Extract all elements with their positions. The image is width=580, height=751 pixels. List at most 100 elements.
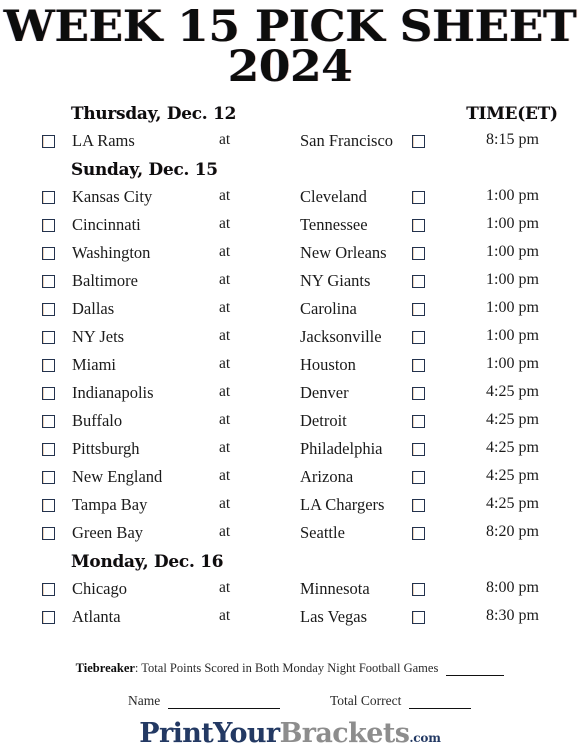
- game-time: 1:00 pm: [486, 355, 539, 373]
- game-row: Tampa Bay at LA Chargers 4:25 pm: [0, 493, 580, 521]
- home-team-checkbox[interactable]: [412, 191, 425, 205]
- away-team-checkbox[interactable]: [42, 611, 55, 625]
- game-time: 4:25 pm: [486, 467, 539, 485]
- home-team-checkbox[interactable]: [412, 275, 425, 289]
- away-team-name: New England: [72, 467, 163, 487]
- away-team-checkbox[interactable]: [42, 499, 55, 513]
- home-team-checkbox[interactable]: [412, 359, 425, 373]
- logo-part-dotcom: .com: [409, 731, 441, 745]
- game-row: New England at Arizona 4:25 pm: [0, 465, 580, 493]
- home-team-checkbox[interactable]: [412, 135, 425, 149]
- away-team-name: Tampa Bay: [72, 495, 148, 515]
- at-separator: at: [219, 131, 231, 149]
- game-time: 1:00 pm: [486, 215, 539, 233]
- game-time: 1:00 pm: [486, 243, 539, 261]
- away-team-name: Baltimore: [72, 271, 138, 291]
- home-team-checkbox[interactable]: [412, 443, 425, 457]
- site-logo[interactable]: PrintYourBrackets.com: [0, 718, 580, 749]
- game-row: Dallas at Carolina 1:00 pm: [0, 297, 580, 325]
- day-header: Thursday, Dec. 12 TIME(ET): [0, 101, 580, 129]
- game-row: Green Bay at Seattle 8:20 pm: [0, 521, 580, 549]
- home-team-checkbox[interactable]: [412, 471, 425, 485]
- home-team-name: Seattle: [300, 523, 345, 543]
- total-correct-input-line[interactable]: [409, 696, 472, 709]
- away-team-checkbox[interactable]: [42, 191, 55, 205]
- game-row: Washington at New Orleans 1:00 pm: [0, 241, 580, 269]
- game-time: 4:25 pm: [486, 495, 539, 513]
- away-team-checkbox[interactable]: [42, 331, 55, 345]
- away-team-checkbox[interactable]: [42, 135, 55, 149]
- games-table: Thursday, Dec. 12 TIME(ET) LA Rams at San Fr…: [0, 101, 580, 633]
- home-team-name: Philadelphia: [300, 439, 383, 459]
- home-team-checkbox[interactable]: [412, 527, 425, 541]
- name-input-line[interactable]: [168, 696, 281, 709]
- home-team-name: Arizona: [300, 467, 354, 487]
- away-team-checkbox[interactable]: [42, 443, 55, 457]
- home-team-checkbox[interactable]: [412, 303, 425, 317]
- game-time: 8:15 pm: [486, 131, 539, 149]
- home-team-name: NY Giants: [300, 271, 371, 291]
- home-team-name: Carolina: [300, 299, 357, 319]
- home-team-name: Jacksonville: [300, 327, 382, 347]
- away-team-checkbox[interactable]: [42, 415, 55, 429]
- game-row: Chicago at Minnesota 8:00 pm: [0, 577, 580, 605]
- away-team-name: Miami: [72, 355, 116, 375]
- game-row: Miami at Houston 1:00 pm: [0, 353, 580, 381]
- name-label: Name: [128, 693, 161, 708]
- away-team-name: Cincinnati: [72, 215, 141, 235]
- at-separator: at: [219, 243, 231, 261]
- game-time: 1:00 pm: [486, 299, 539, 317]
- game-row: Pittsburgh at Philadelphia 4:25 pm: [0, 437, 580, 465]
- home-team-checkbox[interactable]: [412, 611, 425, 625]
- away-team-checkbox[interactable]: [42, 387, 55, 401]
- game-time: 8:30 pm: [486, 607, 539, 625]
- day-header-label: Sunday, Dec. 15: [71, 160, 218, 180]
- away-team-checkbox[interactable]: [42, 275, 55, 289]
- page-title: WEEK 15 PICK SHEET 2024: [0, 0, 580, 88]
- home-team-checkbox[interactable]: [412, 331, 425, 345]
- home-team-name: Detroit: [300, 411, 347, 431]
- pick-sheet-page: WEEK 15 PICK SHEET 2024 Thursday, Dec. 1…: [0, 0, 580, 751]
- game-time: 4:25 pm: [486, 383, 539, 401]
- at-separator: at: [219, 523, 231, 541]
- game-row: Baltimore at NY Giants 1:00 pm: [0, 269, 580, 297]
- home-team-name: Tennessee: [300, 215, 368, 235]
- logo-part-brackets: Brackets: [279, 718, 410, 749]
- game-time: 8:00 pm: [486, 579, 539, 597]
- home-team-name: Denver: [300, 383, 349, 403]
- game-row: LA Rams at San Francisco 8:15 pm: [0, 129, 580, 157]
- home-team-checkbox[interactable]: [412, 583, 425, 597]
- tiebreaker-label: Tiebreaker: [75, 661, 135, 675]
- home-team-checkbox[interactable]: [412, 247, 425, 261]
- away-team-name: NY Jets: [72, 327, 125, 347]
- at-separator: at: [219, 467, 231, 485]
- tiebreaker-input-line[interactable]: [446, 664, 505, 676]
- away-team-name: Atlanta: [72, 607, 121, 627]
- tiebreaker-text: : Total Points Scored in Both Monday Nig…: [134, 661, 439, 675]
- game-time: 8:20 pm: [486, 523, 539, 541]
- home-team-checkbox[interactable]: [412, 415, 425, 429]
- game-time: 4:25 pm: [486, 439, 539, 457]
- away-team-checkbox[interactable]: [42, 359, 55, 373]
- away-team-name: Washington: [72, 243, 151, 263]
- game-time: 1:00 pm: [486, 327, 539, 345]
- away-team-checkbox[interactable]: [42, 527, 55, 541]
- home-team-name: Minnesota: [300, 579, 370, 599]
- away-team-name: Indianapolis: [72, 383, 154, 403]
- away-team-checkbox[interactable]: [42, 583, 55, 597]
- away-team-checkbox[interactable]: [42, 303, 55, 317]
- at-separator: at: [219, 271, 231, 289]
- away-team-name: Chicago: [72, 579, 127, 599]
- game-row: Buffalo at Detroit 4:25 pm: [0, 409, 580, 437]
- home-team-checkbox[interactable]: [412, 387, 425, 401]
- day-header: Sunday, Dec. 15: [0, 157, 580, 185]
- logo-part-print-your: PrintYour: [139, 718, 280, 749]
- home-team-checkbox[interactable]: [412, 219, 425, 233]
- away-team-checkbox[interactable]: [42, 471, 55, 485]
- at-separator: at: [219, 215, 231, 233]
- away-team-checkbox[interactable]: [42, 247, 55, 261]
- home-team-checkbox[interactable]: [412, 499, 425, 513]
- home-team-name: Las Vegas: [300, 607, 368, 627]
- game-time: 1:00 pm: [486, 187, 539, 205]
- away-team-checkbox[interactable]: [42, 219, 55, 233]
